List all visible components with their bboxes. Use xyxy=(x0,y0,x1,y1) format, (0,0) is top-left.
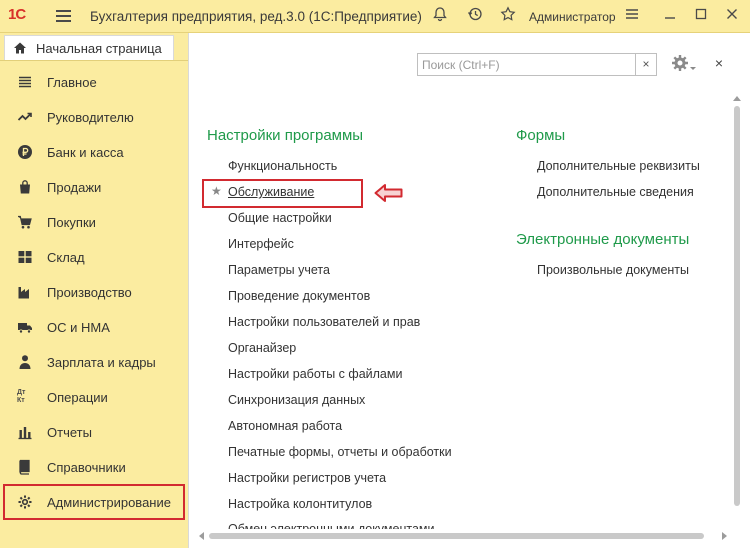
sidebar-item-label: Отчеты xyxy=(47,425,92,440)
current-user[interactable]: Администратор xyxy=(529,10,616,24)
link-data-sync[interactable]: Синхронизация данных xyxy=(228,393,365,407)
maximize-icon[interactable] xyxy=(691,6,711,26)
star-icon[interactable] xyxy=(498,6,518,26)
1c-logo: 1С xyxy=(8,6,26,23)
debit-credit-icon: Дт Кт xyxy=(17,389,26,404)
ruble-icon xyxy=(17,144,33,160)
search-input[interactable]: Поиск (Ctrl+F) xyxy=(417,53,636,76)
menu-lines-icon xyxy=(17,74,33,90)
link-document-posting[interactable]: Проведение документов xyxy=(228,289,370,303)
link-register-settings[interactable]: Настройки регистров учета xyxy=(228,471,386,485)
maintenance-highlight-box xyxy=(202,179,363,208)
link-file-settings[interactable]: Настройки работы с файлами xyxy=(228,367,402,381)
bar-chart-icon xyxy=(17,424,33,440)
settings-lines-icon[interactable] xyxy=(622,6,642,26)
sidebar-item-main[interactable]: Главное xyxy=(0,65,188,100)
window-title: Бухгалтерия предприятия, ред.3.0 (1С:Пре… xyxy=(90,9,422,24)
sidebar-item-label: ОС и НМА xyxy=(47,320,110,335)
sidebar-item-operations[interactable]: Дт Кт Операции xyxy=(0,380,188,415)
menu-icon[interactable] xyxy=(56,10,71,22)
section-title-program-settings: Настройки программы xyxy=(207,127,364,144)
link-print-forms[interactable]: Печатные формы, отчеты и обработки xyxy=(228,445,452,459)
section-title-forms: Формы xyxy=(516,127,566,144)
sidebar-item-label: Склад xyxy=(47,250,85,265)
warehouse-icon xyxy=(17,249,33,265)
close-page-button[interactable]: × xyxy=(711,55,727,73)
shopping-bag-icon xyxy=(17,179,33,195)
scroll-left-arrow-icon[interactable] xyxy=(199,532,204,540)
sidebar-item-label: Зарплата и кадры xyxy=(47,355,156,370)
link-general-settings[interactable]: Общие настройки xyxy=(228,211,332,225)
search-clear-button[interactable]: × xyxy=(636,53,657,76)
tab-home-label: Начальная страница xyxy=(36,41,162,56)
administration-highlight-box xyxy=(3,484,185,520)
link-offline-work[interactable]: Автономная работа xyxy=(228,419,342,433)
sidebar-item-manager[interactable]: Руководителю xyxy=(0,100,188,135)
bell-icon[interactable] xyxy=(430,6,450,26)
sidebar-item-purchases[interactable]: Покупки xyxy=(0,205,188,240)
sidebar-item-salary[interactable]: Зарплата и кадры xyxy=(0,345,188,380)
sidebar-item-label: Производство xyxy=(47,285,132,300)
sidebar-item-label: Покупки xyxy=(47,215,96,230)
link-additional-info[interactable]: Дополнительные сведения xyxy=(537,185,694,199)
tab-home-page[interactable]: Начальная страница xyxy=(4,35,174,60)
link-header-footer[interactable]: Настройка колонтитулов xyxy=(228,497,372,511)
settings-gear-icon[interactable] xyxy=(669,52,697,76)
horizontal-scroll-thumb[interactable] xyxy=(209,533,704,539)
sidebar-item-fixed-assets[interactable]: ОС и НМА xyxy=(0,310,188,345)
link-organizer[interactable]: Органайзер xyxy=(228,341,296,355)
scroll-up-arrow-icon[interactable] xyxy=(733,96,741,101)
sidebar-item-label: Руководителю xyxy=(47,110,134,125)
trend-icon xyxy=(17,109,33,125)
history-icon[interactable] xyxy=(465,6,485,26)
link-interface[interactable]: Интерфейс xyxy=(228,237,294,251)
sidebar-item-label: Продажи xyxy=(47,180,102,195)
sidebar-item-warehouse[interactable]: Склад xyxy=(0,240,188,275)
sidebar-item-label: Банк и касса xyxy=(47,145,124,160)
vertical-scrollbar[interactable] xyxy=(733,96,741,516)
link-functionality[interactable]: Функциональность xyxy=(228,159,337,173)
sidebar-item-production[interactable]: Производство xyxy=(0,275,188,310)
section-title-electronic-docs: Электронные документы xyxy=(516,231,690,248)
link-accounting-parameters[interactable]: Параметры учета xyxy=(228,263,330,277)
link-users-and-rights[interactable]: Настройки пользователей и прав xyxy=(228,315,420,329)
link-edi-exchange-cutoff[interactable]: Обмен электронными документами xyxy=(228,521,488,529)
sidebar-item-label: Справочники xyxy=(47,460,126,475)
sidebar-item-directories[interactable]: Справочники xyxy=(0,450,188,485)
sidebar-item-sales[interactable]: Продажи xyxy=(0,170,188,205)
vertical-scroll-thumb[interactable] xyxy=(734,106,740,506)
sidebar-item-reports[interactable]: Отчеты xyxy=(0,415,188,450)
home-icon xyxy=(13,41,27,55)
link-arbitrary-documents[interactable]: Произвольные документы xyxy=(537,263,689,277)
minimize-icon[interactable] xyxy=(660,6,680,26)
sidebar-item-bank[interactable]: Банк и касса xyxy=(0,135,188,170)
close-icon[interactable] xyxy=(722,6,742,26)
cart-icon xyxy=(17,214,33,230)
book-icon xyxy=(17,459,33,475)
truck-icon xyxy=(17,319,33,335)
sidebar-item-label: Операции xyxy=(47,390,108,405)
scroll-right-arrow-icon[interactable] xyxy=(722,532,727,540)
title-bar: 1С Бухгалтерия предприятия, ред.3.0 (1С:… xyxy=(0,0,750,33)
horizontal-scrollbar[interactable] xyxy=(197,530,737,540)
sidebar: Главное Руководителю Банк и касса Продаж… xyxy=(0,60,188,548)
red-arrow-left-icon xyxy=(374,183,404,203)
person-icon xyxy=(17,354,33,370)
link-additional-attributes[interactable]: Дополнительные реквизиты xyxy=(537,159,700,173)
sidebar-item-label: Главное xyxy=(47,75,97,90)
factory-icon xyxy=(17,284,33,300)
